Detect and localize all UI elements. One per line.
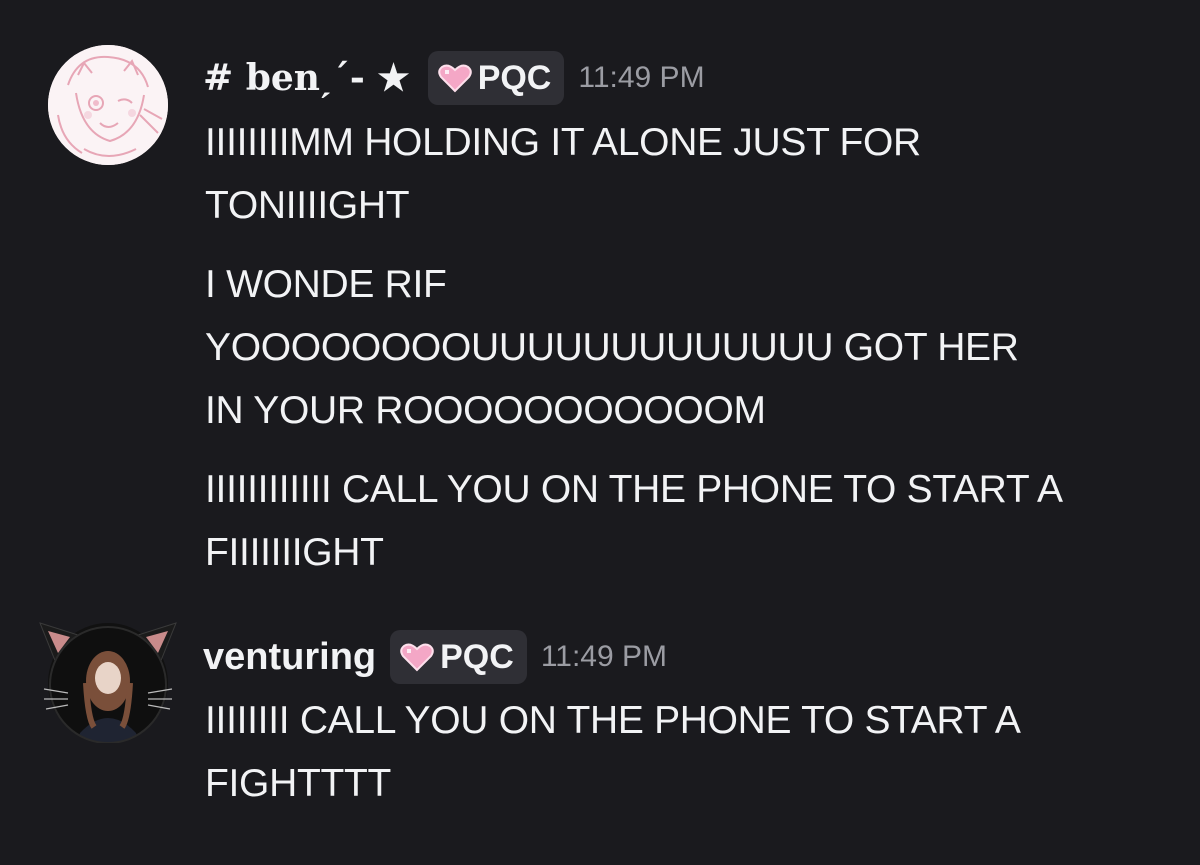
message-line: IIIIIIII CALL YOU ON THE PHONE TO START … bbox=[205, 699, 1021, 742]
server-tag[interactable]: PQC bbox=[390, 630, 527, 684]
pink-heart-icon bbox=[400, 643, 434, 672]
message-line: I WONDE RIF bbox=[205, 263, 447, 306]
message-header: venturing PQC 11:49 PM bbox=[203, 629, 667, 685]
username[interactable]: # benˏˊ- ★ bbox=[203, 57, 410, 99]
cat-ears-avatar-icon bbox=[39, 622, 177, 743]
message-line: TONIIIIGHT bbox=[205, 184, 410, 227]
user-avatar[interactable] bbox=[48, 45, 168, 165]
message-header: # benˏˊ- ★ PQC 11:49 PM bbox=[203, 50, 705, 106]
timestamp: 11:49 PM bbox=[578, 61, 705, 94]
timestamp: 11:49 PM bbox=[540, 640, 667, 673]
server-tag[interactable]: PQC bbox=[427, 51, 565, 105]
anime-avatar-icon bbox=[48, 45, 168, 165]
user-avatar[interactable] bbox=[39, 622, 177, 743]
pink-heart-icon bbox=[437, 64, 472, 93]
message-body: IIIIIIIIMM HOLDING IT ALONE JUST FOR TON… bbox=[205, 111, 1063, 584]
message-line: YOOOOOOOOUUUUUUUUUUUUU GOT HER bbox=[205, 326, 1019, 369]
tag-label: PQC bbox=[477, 58, 552, 97]
message-body: IIIIIIII CALL YOU ON THE PHONE TO START … bbox=[205, 689, 1021, 815]
username[interactable]: venturing bbox=[203, 636, 376, 679]
tag-label: PQC bbox=[440, 637, 514, 676]
message-line: IN YOUR ROOOOOOOOOOOM bbox=[205, 389, 766, 432]
message-line: IIIIIIIIIIII CALL YOU ON THE PHONE TO ST… bbox=[205, 468, 1063, 511]
message-line: FIIIIIIIGHT bbox=[205, 531, 384, 574]
message-line: IIIIIIIIMM HOLDING IT ALONE JUST FOR bbox=[205, 121, 921, 164]
message-line: FIGHTTTT bbox=[205, 762, 392, 805]
